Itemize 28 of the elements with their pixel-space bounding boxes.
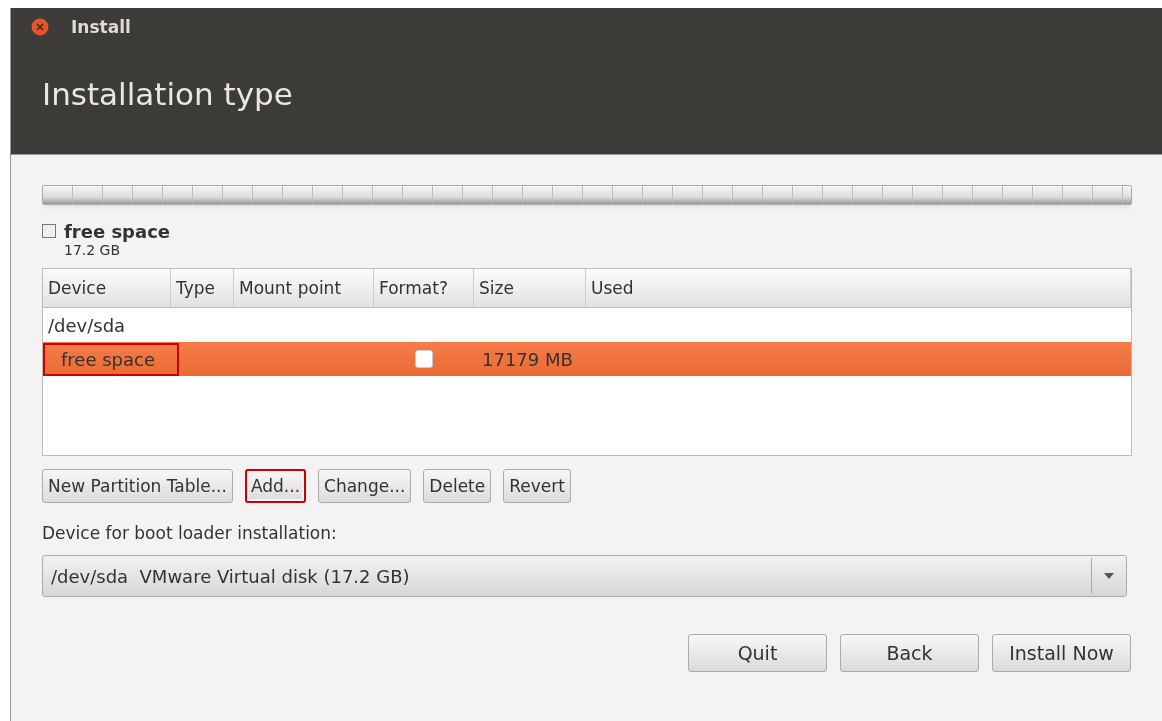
close-icon[interactable] xyxy=(31,18,49,36)
page-title: Installation type xyxy=(42,76,293,112)
table-row[interactable]: /dev/sda xyxy=(43,308,1131,342)
action-button[interactable]: New Partition Table... xyxy=(42,469,233,503)
nav-button[interactable]: Install Now xyxy=(992,634,1131,672)
device-cell: free space xyxy=(43,342,180,376)
table-row[interactable]: free space 17179 MB xyxy=(43,342,1131,376)
dropdown-arrow-icon xyxy=(1104,573,1114,579)
boot-loader-label: Device for boot loader installation: xyxy=(42,523,338,543)
nav-button[interactable]: Quit xyxy=(688,634,827,672)
nav-button[interactable]: Back xyxy=(840,634,979,672)
legend-label: free space xyxy=(64,221,170,242)
device-cell-text: /dev/sda xyxy=(47,314,126,336)
action-button[interactable]: Change... xyxy=(318,469,412,503)
format-checkbox[interactable] xyxy=(415,350,433,368)
column-header[interactable]: Used xyxy=(586,269,1131,307)
window-title: Install xyxy=(71,17,131,37)
size-cell-text: 17179 MB xyxy=(481,348,573,370)
column-header[interactable]: Mount point xyxy=(234,269,374,307)
action-button[interactable]: Revert xyxy=(503,469,571,503)
boot-loader-dropdown[interactable]: /dev/sda VMware Virtual disk (17.2 GB) xyxy=(42,555,1127,597)
action-button[interactable]: Add... xyxy=(244,469,307,503)
legend-size: 17.2 GB xyxy=(64,242,122,258)
column-header[interactable]: Format? xyxy=(374,269,474,307)
column-header[interactable]: Size xyxy=(474,269,586,307)
column-header[interactable]: Type xyxy=(171,269,234,307)
column-header[interactable]: Device xyxy=(43,269,171,307)
action-button[interactable]: Delete xyxy=(423,469,492,503)
